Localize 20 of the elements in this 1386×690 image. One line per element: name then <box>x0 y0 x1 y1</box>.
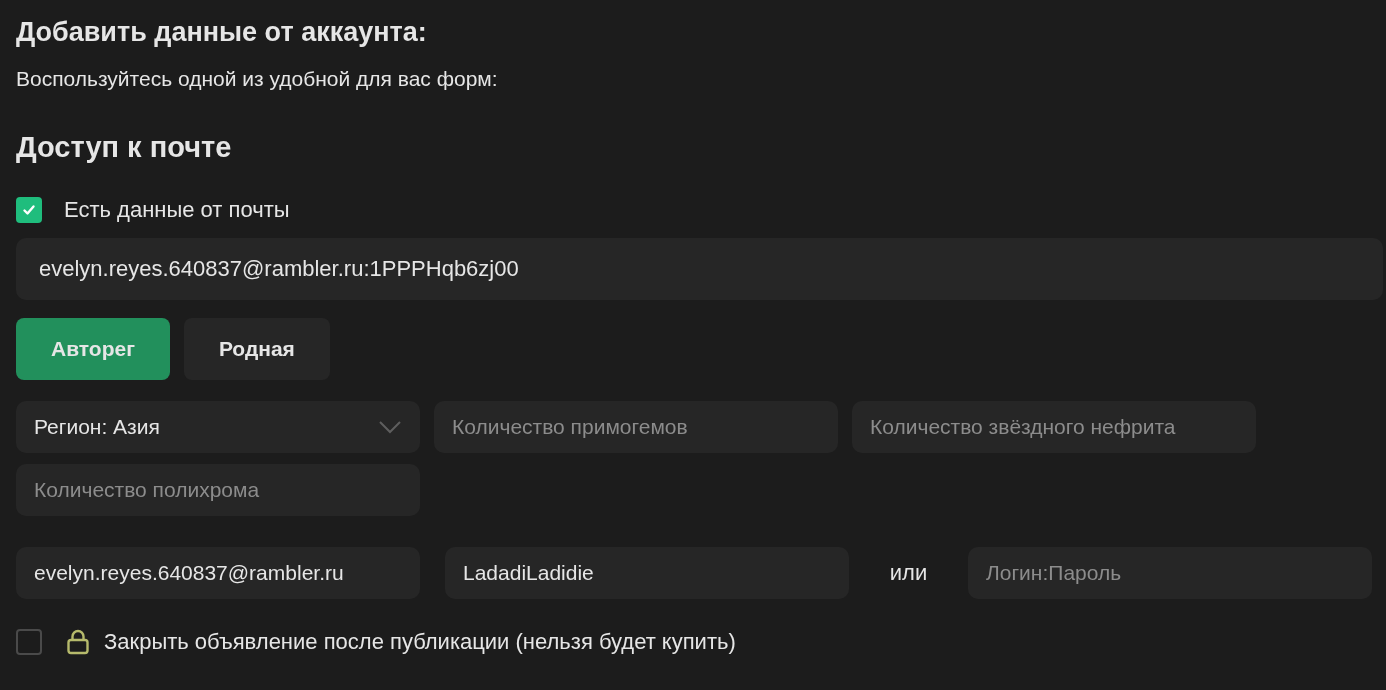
checkbox-label: Есть данные от почты <box>64 197 290 223</box>
form-title: Добавить данные от аккаунта: <box>16 16 428 49</box>
checkbox-label: Закрыть объявление после публикации (нельзя будет купить) <box>104 629 736 655</box>
login-password-field[interactable]: Логин:Пароль <box>968 547 1372 599</box>
chevron-down-icon <box>378 420 402 434</box>
amount-field[interactable]: Количество звёздного нефрита <box>852 401 1256 453</box>
check-icon <box>21 202 37 218</box>
region-select[interactable]: Регион: Азия <box>16 401 420 453</box>
checkbox[interactable] <box>16 197 42 223</box>
amount-field[interactable]: Количество полихрома <box>16 464 420 516</box>
mail-type-button[interactable]: Родная <box>183 318 330 380</box>
or-label: или <box>889 560 928 586</box>
login-field[interactable]: LadadiLadidie <box>445 547 849 599</box>
amount-field[interactable]: Количество примогемов <box>434 401 838 453</box>
login-field[interactable]: evelyn.reyes.640837@rambler.ru <box>16 547 420 599</box>
mail-credentials-field[interactable]: evelyn.reyes.640837@rambler.ru:1PPPHqb6zj00 <box>16 238 1383 300</box>
lock-icon <box>66 629 90 655</box>
checkbox[interactable] <box>16 629 42 655</box>
form-subtitle: Воспользуйтесь одной из удобной для вас форм: <box>16 66 499 92</box>
section-title: Доступ к почте <box>16 130 233 165</box>
